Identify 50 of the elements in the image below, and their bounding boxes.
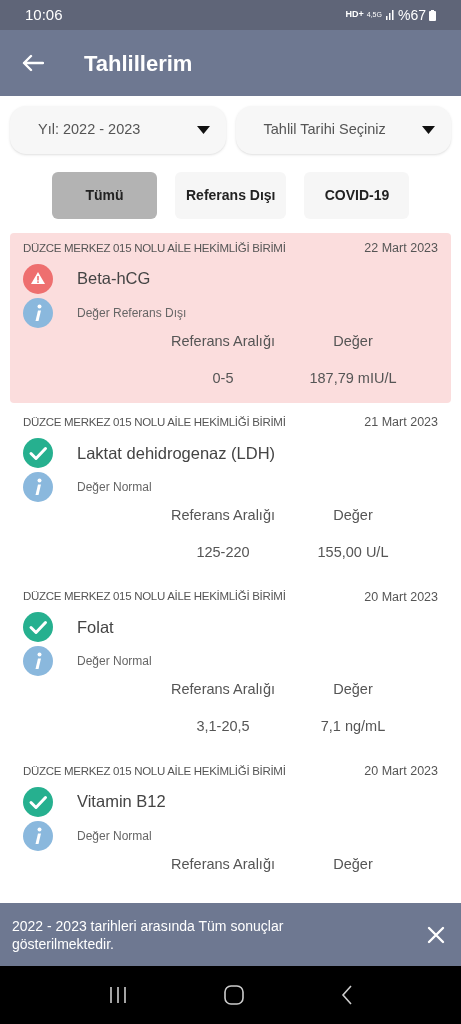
clinic-name: DÜZCE MERKEZ 015 NOLU AİLE HEKİMLİĞİ BİRİMİ (23, 589, 286, 605)
clinic-name: DÜZCE MERKEZ 015 NOLU AİLE HEKİMLİĞİ BİRİMİ (23, 240, 286, 256)
home-icon[interactable] (223, 985, 244, 1005)
column-label: Değer (332, 506, 374, 525)
result-date: 20 Mart 2023 (364, 762, 438, 780)
screen-title: Tahlillerim (84, 49, 193, 78)
filter-tab[interactable]: Tümü (52, 172, 157, 219)
battery-level: %67 (397, 5, 426, 25)
caret-icon (196, 126, 210, 134)
result-date: 21 Mart 2023 (364, 414, 438, 432)
test-name: Folat (77, 616, 114, 638)
reference-range: 0-5 (211, 368, 235, 388)
result-date: 22 Mart 2023 (364, 240, 438, 257)
dropdown-field[interactable]: Yıl: 2022 - 2023 (10, 106, 226, 154)
close-icon[interactable] (427, 925, 445, 944)
reference-range: 125-220 (195, 542, 251, 562)
reference-range: 3,1-20,5 (195, 717, 251, 736)
clinic-name: DÜZCE MERKEZ 015 NOLU AİLE HEKİMLİĞİ BİRİMİ (23, 415, 286, 430)
result-value: 187,79 mIU/L (308, 368, 398, 388)
status-text: Değer Normal (77, 653, 152, 671)
battery-icon (429, 9, 436, 21)
test-name: Beta-hCG (77, 268, 151, 290)
caret-icon (422, 126, 435, 134)
column-label: Değer (332, 854, 374, 874)
network-label: HD+ (345, 8, 364, 22)
back-icon[interactable] (340, 985, 353, 1005)
column-label: Referans Aralığı (170, 506, 276, 525)
column-label: Değer (332, 331, 374, 351)
status-text: Değer Normal (77, 827, 152, 845)
status-text: Değer Normal (77, 479, 152, 496)
result-value: 7,1 ng/mL (319, 717, 387, 736)
filter-tab[interactable]: Referans Dışı (175, 172, 287, 219)
clinic-name: DÜZCE MERKEZ 015 NOLU AİLE HEKİMLİĞİ BİRİMİ (23, 763, 286, 779)
recent-apps-icon[interactable] (108, 987, 127, 1003)
signal-icon (384, 10, 395, 20)
test-name: Laktat dehidrogenaz (LDH) (77, 442, 276, 464)
column-label: Referans Aralığı (170, 680, 276, 700)
snackbar-message: 2022 - 2023 tarihleri arasında Tüm sonuçlar gösterilmektedir. (12, 916, 285, 953)
column-label: Referans Aralığı (170, 331, 276, 351)
column-label: Referans Aralığı (170, 854, 276, 874)
result-date: 20 Mart 2023 (364, 588, 438, 606)
column-label: Değer (332, 680, 374, 700)
test-name: Vitamin B12 (77, 791, 166, 813)
dropdown-field[interactable]: Tahlil Tarihi Seçiniz (235, 106, 451, 154)
back-arrow-icon[interactable] (22, 54, 44, 72)
filter-tab[interactable]: COVID-19 (304, 172, 410, 219)
result-value: 155,00 U/L (316, 542, 390, 562)
result-card[interactable]: DÜZCE MERKEZ 015 NOLU AİLE HEKİMLİĞİ BİRİMİ 22 Mart 2023 Beta-hCG Değer Referans Dışı Referans Aralığı Değer 0-5 187,79 mIU/L (10, 233, 451, 404)
status-text: Değer Referans Dışı (77, 304, 187, 322)
clock: 10:06 (25, 4, 63, 25)
